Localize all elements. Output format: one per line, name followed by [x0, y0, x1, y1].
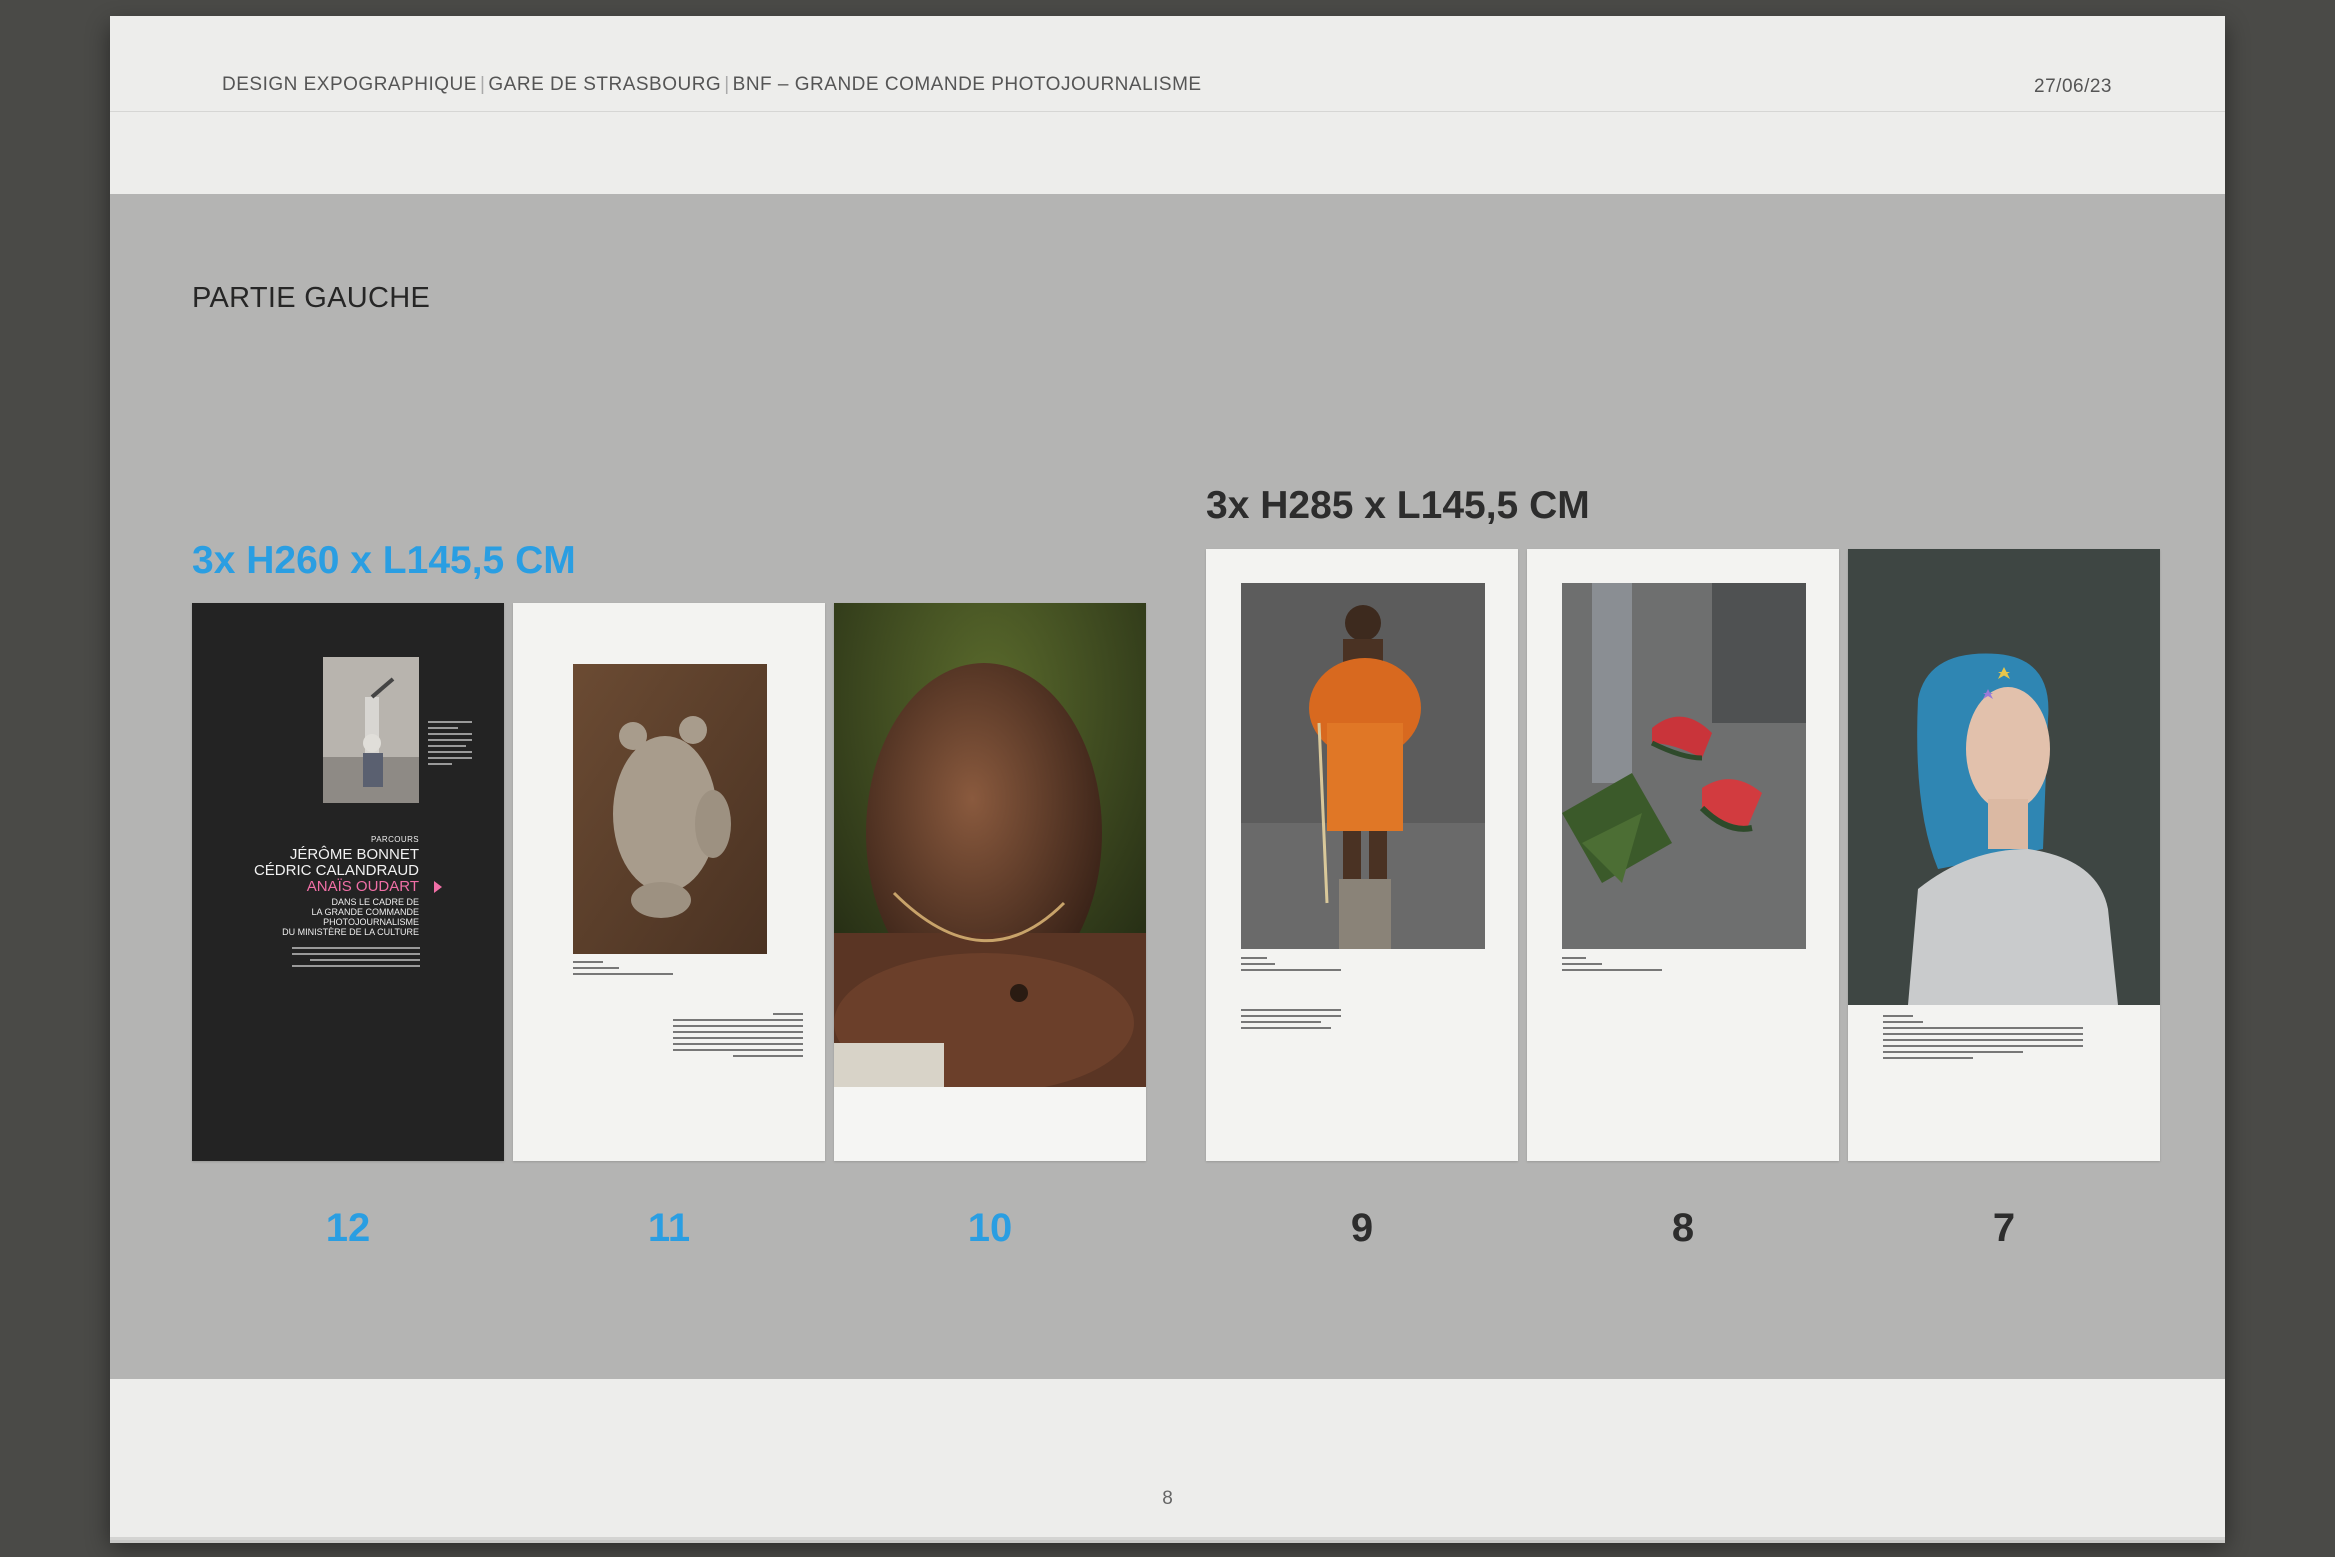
panel-number-12: 12: [325, 1206, 371, 1250]
panel-number-7: 7: [1992, 1206, 2016, 1250]
panel-number-9: 9: [1350, 1206, 1374, 1250]
panel-11-caption-lines: [573, 961, 673, 979]
panel-12-subtitle: DANS LE CADRE DE LA GRANDE COMMANDE PHOT…: [282, 897, 419, 937]
panel-9-caption-lines: [1241, 957, 1341, 975]
panel-11-photo-teddy: [573, 664, 767, 954]
left-group-dimensions: 3x H260 x L145,5 CM: [192, 539, 576, 582]
panel-12-name-2: CÉDRIC CALANDRAUD: [253, 862, 419, 879]
panel-10-photo-portrait: [834, 603, 1146, 1087]
panel-9-body-lines: [1241, 1009, 1341, 1033]
header-part-design: DESIGN EXPOGRAPHIQUE: [222, 74, 477, 95]
panel-12: PARCOURS JÉRÔME BONNET CÉDRIC CALANDRAUD…: [192, 603, 504, 1161]
panel-8-caption-lines: [1562, 957, 1662, 975]
panel-number-11: 11: [647, 1206, 691, 1250]
page-number: 8: [1162, 1488, 1173, 1509]
panel-12-name-3: ANAÏS OUDART: [306, 878, 419, 895]
panel-12-caption-lines: [428, 721, 472, 769]
right-group-dimensions: 3x H285 x L145,5 CM: [1206, 484, 1590, 527]
document-sheet: DESIGN EXPOGRAPHIQUE | GARE DE STRASBOURG |…: [110, 16, 2225, 1537]
header-part-station: GARE DE STRASBOURG: [488, 74, 722, 95]
header-title: DESIGN EXPOGRAPHIQUE | GARE DE STRASBOURG |…: [222, 74, 1202, 95]
header-part-bnf: BNF – GRANDE COMANDE PHOTOJOURNALISME: [732, 74, 1202, 95]
panel-7-photo-girl: [1848, 549, 2160, 1005]
panel-number-10: 10: [967, 1206, 1013, 1250]
panel-12-name-1: JÉRÔME BONNET: [289, 846, 419, 863]
panel-8-photo-watermelon: [1562, 583, 1806, 949]
panel-11-body-lines: [673, 1013, 803, 1061]
header-divider: [110, 111, 2225, 112]
panel-9: [1206, 549, 1518, 1161]
panel-10: [834, 603, 1146, 1161]
header-date: 27/06/23: [2034, 76, 2112, 97]
panel-8: [1527, 549, 1839, 1161]
panel-12-photo-child: [323, 657, 419, 803]
panel-11: [513, 603, 825, 1161]
panel-9-photo-woman: [1241, 583, 1485, 949]
panel-12-arrow-icon: [434, 881, 442, 893]
panel-7: [1848, 549, 2160, 1161]
panel-12-body-lines: [292, 947, 420, 971]
panel-12-label: PARCOURS: [371, 835, 419, 844]
content-band: PARTIE GAUCHE 3x H260 x L145,5 CM 3x H28…: [110, 194, 2225, 1379]
section-title: PARTIE GAUCHE: [192, 282, 431, 314]
panel-7-body-lines: [1883, 1015, 2083, 1063]
panel-number-8: 8: [1671, 1206, 1695, 1250]
